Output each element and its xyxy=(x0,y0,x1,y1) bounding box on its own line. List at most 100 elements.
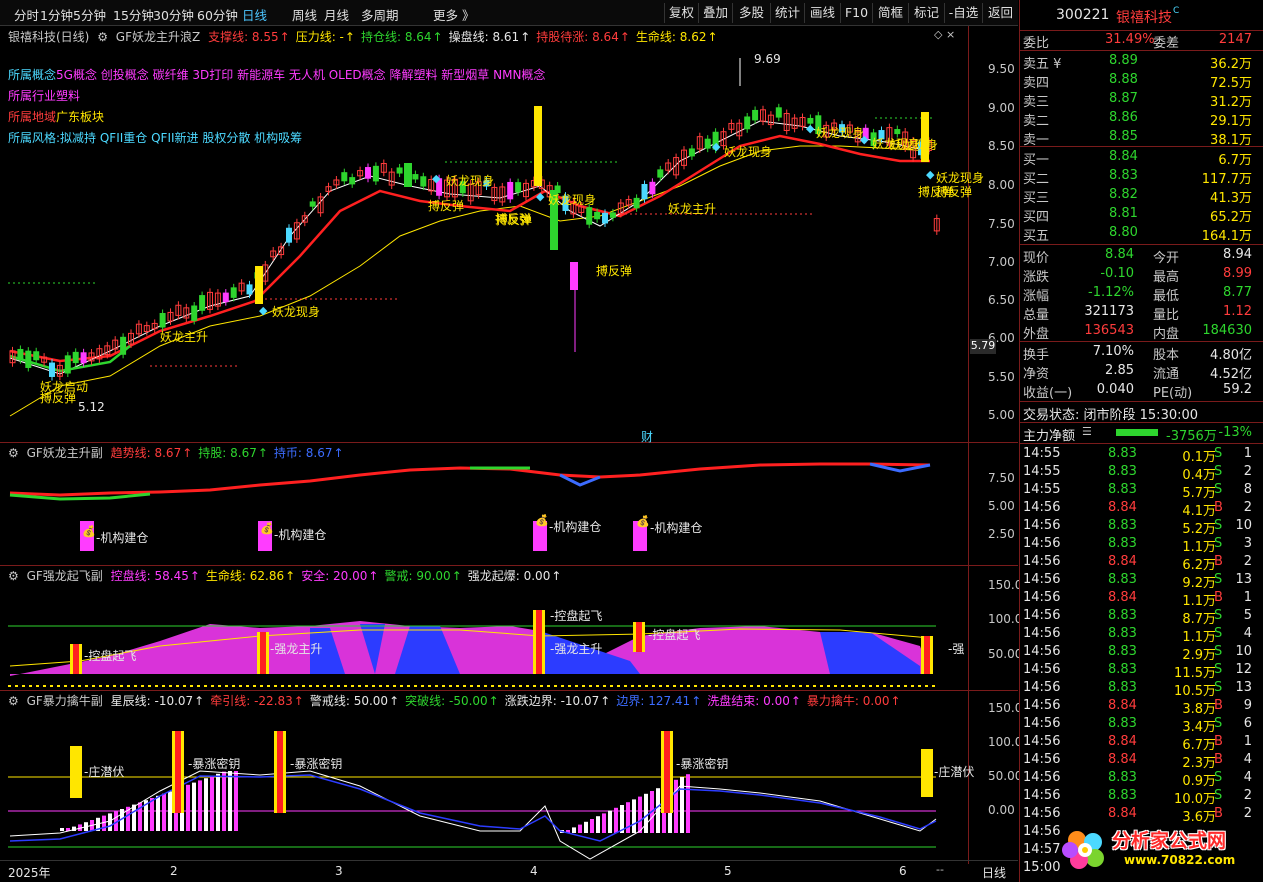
list-icon[interactable]: ☰ xyxy=(1082,425,1092,438)
ask-volume: 36.2万 xyxy=(1210,57,1252,72)
tab-period[interactable]: 30分钟 xyxy=(153,5,194,24)
tick-price: 8.83 xyxy=(1108,626,1137,641)
tick-direction: S xyxy=(1214,608,1223,623)
candle-body xyxy=(64,355,71,374)
signal-bar-core xyxy=(260,632,266,674)
hist-bar xyxy=(204,778,208,831)
stat-label: 量比 xyxy=(1153,308,1180,323)
diamond-icon: ◆ xyxy=(259,304,268,317)
stat-row: 现价 8.84 今开 8.94 xyxy=(1020,246,1263,266)
tab-period[interactable]: 5分钟 xyxy=(73,5,106,24)
net-flow-row: 主力净额 ☰ -3756万 -13% xyxy=(1023,425,1252,444)
tick-count: 2 xyxy=(1243,464,1252,479)
bid-label: 买三 xyxy=(1023,191,1050,206)
tab-period[interactable]: 15分钟 xyxy=(113,5,154,24)
tick-time: 14:56 xyxy=(1023,716,1061,731)
trade-status: 交易状态: 闭市阶段 15:30:00 xyxy=(1023,408,1199,423)
candle-body xyxy=(633,197,640,209)
stat-value: -0.10 xyxy=(1100,266,1134,281)
tick-time: 14:56 xyxy=(1023,554,1061,569)
scroll-handle[interactable]: -- xyxy=(936,863,944,876)
net-flow-pct: -13% xyxy=(1218,425,1252,440)
signal-label: 搏反弹 xyxy=(428,199,465,213)
tab-period[interactable]: 日线 xyxy=(242,5,267,24)
candle-body xyxy=(704,138,711,149)
ask-label: 卖五 ¥ xyxy=(1023,57,1062,72)
tab-period[interactable]: 多周期 xyxy=(361,5,399,24)
ask-label: 卖四 xyxy=(1023,76,1050,91)
y-tick-label: 150.0 xyxy=(988,701,1023,715)
hist-bar xyxy=(60,828,64,831)
stat-value: 184630 xyxy=(1202,323,1252,338)
tick-direction: S xyxy=(1214,536,1223,551)
tick-time: 14:56 xyxy=(1023,806,1061,821)
toolbar-button[interactable]: 简框 xyxy=(872,3,908,23)
main-candlestick-chart[interactable] xyxy=(0,26,968,442)
tick-row: 14:56 8.83 3.4万 S 6 xyxy=(1020,715,1263,735)
tick-count: 6 xyxy=(1243,716,1252,731)
bid-row: 买三 8.82 41.3万 xyxy=(1020,186,1263,206)
panel3-chart[interactable] xyxy=(0,566,968,690)
toolbar-button[interactable]: 统计 xyxy=(770,3,804,23)
tick-direction: S xyxy=(1214,644,1223,659)
tick-count: 4 xyxy=(1243,626,1252,641)
toolbar-button[interactable]: F10 xyxy=(840,3,872,23)
tick-price: 8.83 xyxy=(1108,518,1137,533)
panel2-chart[interactable] xyxy=(0,443,968,565)
tick-row: 14:56 8.83 5.2万 S 10 xyxy=(1020,517,1263,537)
tick-direction: B xyxy=(1214,500,1223,515)
hist-bar xyxy=(186,784,190,831)
toolbar-button[interactable]: 多股 xyxy=(732,3,770,23)
signal-label: -强 xyxy=(948,642,965,656)
tab-period[interactable]: 60分钟 xyxy=(197,5,238,24)
hist-bar xyxy=(210,776,214,831)
tick-count: 5 xyxy=(1243,608,1252,623)
candle-body xyxy=(309,201,316,207)
toolbar-button[interactable]: 复权 xyxy=(664,3,698,23)
candle-body xyxy=(17,348,24,361)
stat-value: 321173 xyxy=(1084,304,1134,319)
period-label[interactable]: 日线 xyxy=(982,864,1006,881)
signal-bar-core xyxy=(73,644,79,674)
hist-bar xyxy=(156,795,160,831)
hist-bar xyxy=(108,813,112,831)
stat-value: 4.52亿 xyxy=(1210,367,1252,382)
tick-time: 14:56 xyxy=(1023,536,1061,551)
toolbar-button[interactable]: 画线 xyxy=(804,3,840,23)
candle-body xyxy=(349,177,356,185)
hist-bar xyxy=(638,796,642,833)
tab-period[interactable]: 分时 xyxy=(14,5,39,24)
highlight-candle xyxy=(570,262,578,290)
candle-body xyxy=(657,169,664,178)
tick-row: 14:56 8.84 4.1万 B 2 xyxy=(1020,499,1263,519)
bid-price: 8.82 xyxy=(1109,187,1138,202)
high-price-label: 9.69 xyxy=(754,52,781,66)
tick-count: 12 xyxy=(1235,662,1252,677)
toolbar-button[interactable]: 叠加 xyxy=(698,3,732,23)
toolbar-button[interactable]: 返回 xyxy=(982,3,1018,23)
toolbar-button[interactable]: 标记 xyxy=(908,3,944,23)
tab-period[interactable]: 月线 xyxy=(324,5,349,24)
candle-body xyxy=(72,351,79,364)
diamond-icon: ◆ xyxy=(860,133,869,146)
stock-code: 300221 xyxy=(1056,7,1110,23)
y-tick-label: 7.50 xyxy=(988,217,1015,231)
signal-label: 妖龙现身 xyxy=(816,126,865,140)
y-tick-label: 7.00 xyxy=(988,255,1015,269)
bid-row: 买四 8.81 65.2万 xyxy=(1020,205,1263,225)
tick-time: 14:56 xyxy=(1023,572,1061,587)
candle-body xyxy=(33,351,40,361)
y-tick-label: 2.50 xyxy=(988,527,1015,541)
tab-period[interactable]: 1分钟 xyxy=(40,5,73,24)
tab-period[interactable]: 更多 》 xyxy=(433,5,474,24)
signal-label: -强龙主升 xyxy=(270,642,323,656)
stat-label: 内盘 xyxy=(1153,327,1180,342)
hist-bar xyxy=(584,821,588,833)
ask-price: 8.89 xyxy=(1109,53,1138,68)
panel4-chart[interactable] xyxy=(0,691,968,860)
diamond-icon: ◆ xyxy=(536,190,545,203)
candle-body xyxy=(602,212,608,224)
tab-period[interactable]: 周线 xyxy=(292,5,317,24)
toolbar-button[interactable]: -自选 xyxy=(944,3,982,23)
tick-time: 14:55 xyxy=(1023,482,1061,497)
